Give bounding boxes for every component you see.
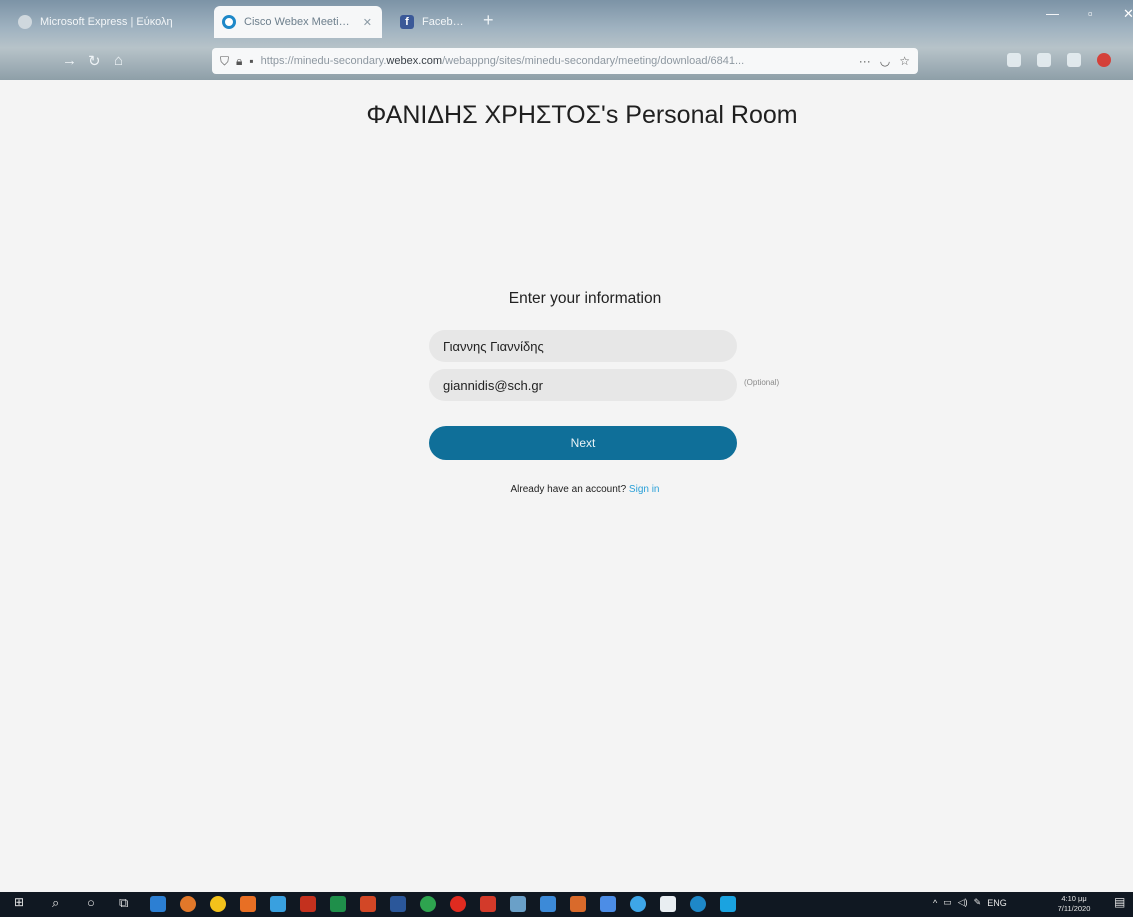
- cortana-icon[interactable]: ○: [87, 895, 95, 910]
- volume-icon[interactable]: ◁): [958, 897, 968, 908]
- maximize-icon[interactable]: ▫: [1088, 6, 1093, 21]
- tab-title: Facebook | Ευτύχιος & Αρ...: [422, 16, 466, 28]
- clock-date: 7/11/2020: [1057, 904, 1091, 913]
- name-field[interactable]: Γιαννης Γιαννίδης: [429, 330, 737, 362]
- new-tab-icon[interactable]: +: [483, 10, 494, 31]
- lock-icon[interactable]: 🔒︎: [236, 54, 242, 69]
- url-domain: webex.com: [386, 55, 443, 67]
- task-view-icon[interactable]: ⧉: [119, 895, 128, 911]
- minimize-icon[interactable]: —: [1046, 6, 1059, 21]
- sign-in-link[interactable]: Sign in: [629, 484, 660, 495]
- app-icon-orange[interactable]: [240, 896, 256, 912]
- close-window-icon[interactable]: ✕: [1123, 6, 1133, 22]
- excel-icon[interactable]: [330, 896, 346, 912]
- page-title: ΦΑΝΙΔΗΣ ΧΡΗΣΤΟΣ's Personal Room: [366, 101, 798, 129]
- reload-icon[interactable]: ↻: [88, 52, 101, 70]
- webex-page: ΦΑΝΙΔΗΣ ΧΡΗΣΤΟΣ's Personal Room Enter yo…: [0, 80, 1133, 862]
- browser-chrome: Microsoft Express | Εύκολη Cisco Webex M…: [0, 0, 1133, 80]
- forward-icon[interactable]: →: [62, 52, 77, 69]
- account-icon[interactable]: [1067, 53, 1081, 67]
- photos-icon[interactable]: [540, 896, 556, 912]
- toolbar-icons: [1007, 53, 1111, 67]
- sidebar-icon[interactable]: [1037, 53, 1051, 67]
- app-icon-window[interactable]: [600, 896, 616, 912]
- windows-taskbar: ⊞ ⌕ ○ ⧉ ^ ▭ ◁) ✎ ENG 4:10 μμ 7/11/2020 ▤: [0, 892, 1133, 917]
- more-actions-icon[interactable]: ···: [859, 54, 871, 68]
- bookmark-star-icon[interactable]: ☆: [899, 54, 910, 68]
- chrome-icon[interactable]: [210, 896, 226, 912]
- permissions-icon[interactable]: ▪: [249, 54, 253, 68]
- language-indicator[interactable]: ENG: [987, 898, 1007, 908]
- app-icon-flame[interactable]: [570, 896, 586, 912]
- next-button[interactable]: Next: [429, 426, 737, 460]
- account-prompt: Already have an account? Sign in: [433, 484, 737, 495]
- chevron-up-icon[interactable]: ^: [933, 898, 937, 908]
- sync-icon[interactable]: [420, 896, 436, 912]
- app-icon: [18, 15, 32, 29]
- pen-icon[interactable]: ✎: [974, 897, 982, 908]
- url-path: /webappng/sites/minedu-secondary/meeting…: [442, 55, 745, 67]
- tab-strip: Microsoft Express | Εύκολη Cisco Webex M…: [0, 0, 1133, 40]
- word-icon[interactable]: [390, 896, 406, 912]
- shield-icon[interactable]: ⛉: [220, 54, 229, 69]
- pocket-icon[interactable]: ◡: [880, 54, 890, 68]
- webex-taskbar-icon[interactable]: [690, 896, 706, 912]
- facebook-icon: f: [400, 15, 414, 29]
- paint-icon[interactable]: [510, 896, 526, 912]
- tab-title: Cisco Webex Meetings Web...: [244, 16, 355, 28]
- search-icon[interactable]: ⌕: [52, 895, 59, 911]
- webex-icon: [222, 15, 236, 29]
- network-icon[interactable]: ▭: [943, 897, 952, 908]
- app-icon-blue[interactable]: [270, 896, 286, 912]
- close-icon[interactable]: ✕: [363, 16, 372, 29]
- tab-title: Microsoft Express | Εύκολη: [40, 16, 173, 28]
- firefox-icon[interactable]: [180, 896, 196, 912]
- optional-label: (Optional): [744, 378, 780, 387]
- notifications-icon[interactable]: ▤: [1114, 895, 1125, 909]
- email-field[interactable]: giannidis@sch.gr: [429, 369, 737, 401]
- file-explorer-icon[interactable]: [150, 896, 166, 912]
- home-icon[interactable]: ⌂: [114, 52, 123, 69]
- address-bar[interactable]: ⛉ 🔒︎ ▪ https://minedu-secondary.webex.co…: [212, 48, 918, 74]
- skype-icon[interactable]: [720, 896, 736, 912]
- app-icon-red[interactable]: [480, 896, 496, 912]
- tab-webex[interactable]: Cisco Webex Meetings Web... ✕: [214, 6, 382, 38]
- tab-microsoft-express[interactable]: Microsoft Express | Εύκολη: [10, 8, 200, 36]
- form-title: Enter your information: [508, 290, 662, 307]
- url-prefix: https://minedu-secondary.: [260, 55, 387, 67]
- adblock-icon[interactable]: [1097, 53, 1111, 67]
- filezilla-icon[interactable]: [300, 896, 316, 912]
- url-text[interactable]: https://minedu-secondary.webex.com/webap…: [261, 55, 852, 67]
- nav-bar: → ↻ ⌂ ⛉ 🔒︎ ▪ https://minedu-secondary.we…: [0, 44, 1133, 78]
- tab-facebook[interactable]: f Facebook | Ευτύχιος & Αρ...: [392, 8, 476, 36]
- account-prompt-text: Already have an account?: [510, 484, 627, 495]
- library-icon[interactable]: [1007, 53, 1021, 67]
- system-tray: ^ ▭ ◁) ✎ ENG: [933, 897, 1007, 908]
- app-icon-globe[interactable]: [630, 896, 646, 912]
- opera-icon[interactable]: [450, 896, 466, 912]
- clock-time: 4:10 μμ: [1061, 894, 1087, 903]
- clock[interactable]: 4:10 μμ 7/11/2020: [1050, 894, 1098, 914]
- app-icon-white[interactable]: [660, 896, 676, 912]
- powerpoint-icon[interactable]: [360, 896, 376, 912]
- start-icon[interactable]: ⊞: [14, 895, 24, 909]
